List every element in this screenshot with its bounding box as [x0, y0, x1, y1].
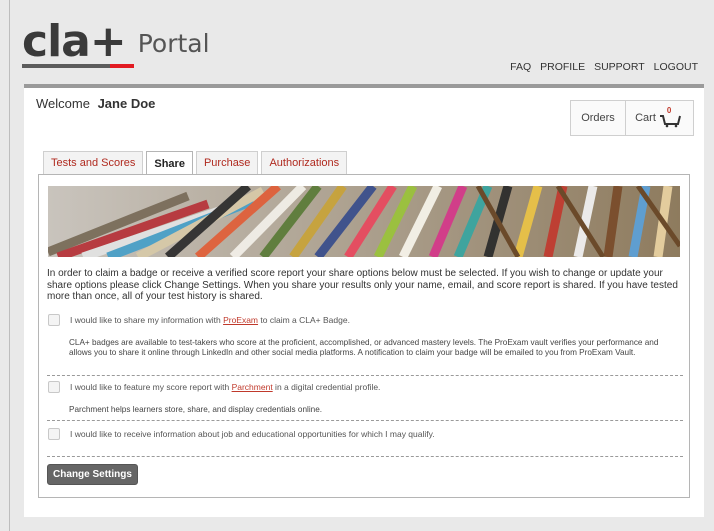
logo-portal-text: Portal: [137, 29, 210, 58]
user-name: Jane Doe: [97, 96, 156, 111]
main-card: Welcome Jane Doe Orders Cart 0 Tests and…: [24, 84, 704, 517]
share-panel: In order to claim a badge or receive a v…: [38, 174, 690, 498]
nav-support[interactable]: SUPPORT: [594, 61, 645, 73]
cart-button[interactable]: Cart 0: [626, 101, 693, 135]
parchment-description: Parchment helps learners store, share, a…: [69, 405, 323, 414]
parchment-checkbox[interactable]: [48, 381, 60, 393]
nav-faq[interactable]: FAQ: [510, 61, 531, 73]
cla-plus-logo[interactable]: cla+ Portal: [22, 14, 210, 64]
cart-count-badge: 0: [666, 106, 672, 115]
proexam-label: I would like to share my information wit…: [70, 315, 350, 325]
proexam-checkbox[interactable]: [48, 314, 60, 326]
opportunities-checkbox[interactable]: [48, 428, 60, 440]
welcome-prefix: Welcome: [36, 96, 90, 111]
tab-bar: Tests and Scores Share Purchase Authoriz…: [43, 151, 348, 175]
option-opportunities: I would like to receive information abou…: [48, 428, 435, 440]
top-navigation: FAQ PROFILE SUPPORT LOGOUT: [510, 61, 698, 73]
divider-3: [47, 456, 683, 457]
logo-underline-grey: [22, 64, 110, 68]
tab-purchase[interactable]: Purchase: [195, 151, 259, 174]
option-proexam: I would like to share my information wit…: [48, 314, 350, 326]
tab-authorizations[interactable]: Authorizations: [261, 151, 348, 174]
divider-1: [47, 375, 683, 376]
cart-label: Cart: [635, 112, 656, 124]
logo-mark: cla+: [22, 16, 127, 67]
proexam-label-text: I would like to share my information wit…: [70, 315, 224, 325]
orders-button[interactable]: Orders: [571, 101, 626, 135]
change-settings-button[interactable]: Change Settings: [47, 464, 138, 485]
parchment-label-text: I would like to feature my score report …: [70, 382, 232, 392]
parchment-link[interactable]: Parchment: [232, 382, 273, 392]
proexam-description: CLA+ badges are available to test-takers…: [69, 338, 659, 357]
parchment-label-suffix: in a digital credential profile.: [272, 382, 381, 392]
tab-share[interactable]: Share: [146, 151, 193, 175]
proexam-link[interactable]: ProExam: [223, 315, 258, 325]
divider-2: [47, 420, 683, 421]
share-instructions: In order to claim a badge or receive a v…: [47, 268, 678, 302]
nav-profile[interactable]: PROFILE: [540, 61, 585, 73]
option-parchment: I would like to feature my score report …: [48, 381, 380, 393]
shopping-cart-icon: 0: [658, 106, 684, 128]
proexam-label-suffix: to claim a CLA+ Badge.: [258, 315, 350, 325]
shop-box: Orders Cart 0: [570, 100, 694, 136]
parchment-label: I would like to feature my score report …: [70, 382, 380, 392]
welcome-message: Welcome Jane Doe: [36, 96, 155, 111]
nav-logout[interactable]: LOGOUT: [654, 61, 698, 73]
logo-underline-red: [110, 64, 134, 68]
books-banner-image: [48, 186, 680, 257]
tab-tests-and-scores[interactable]: Tests and Scores: [43, 151, 144, 174]
opportunities-label: I would like to receive information abou…: [70, 429, 435, 439]
